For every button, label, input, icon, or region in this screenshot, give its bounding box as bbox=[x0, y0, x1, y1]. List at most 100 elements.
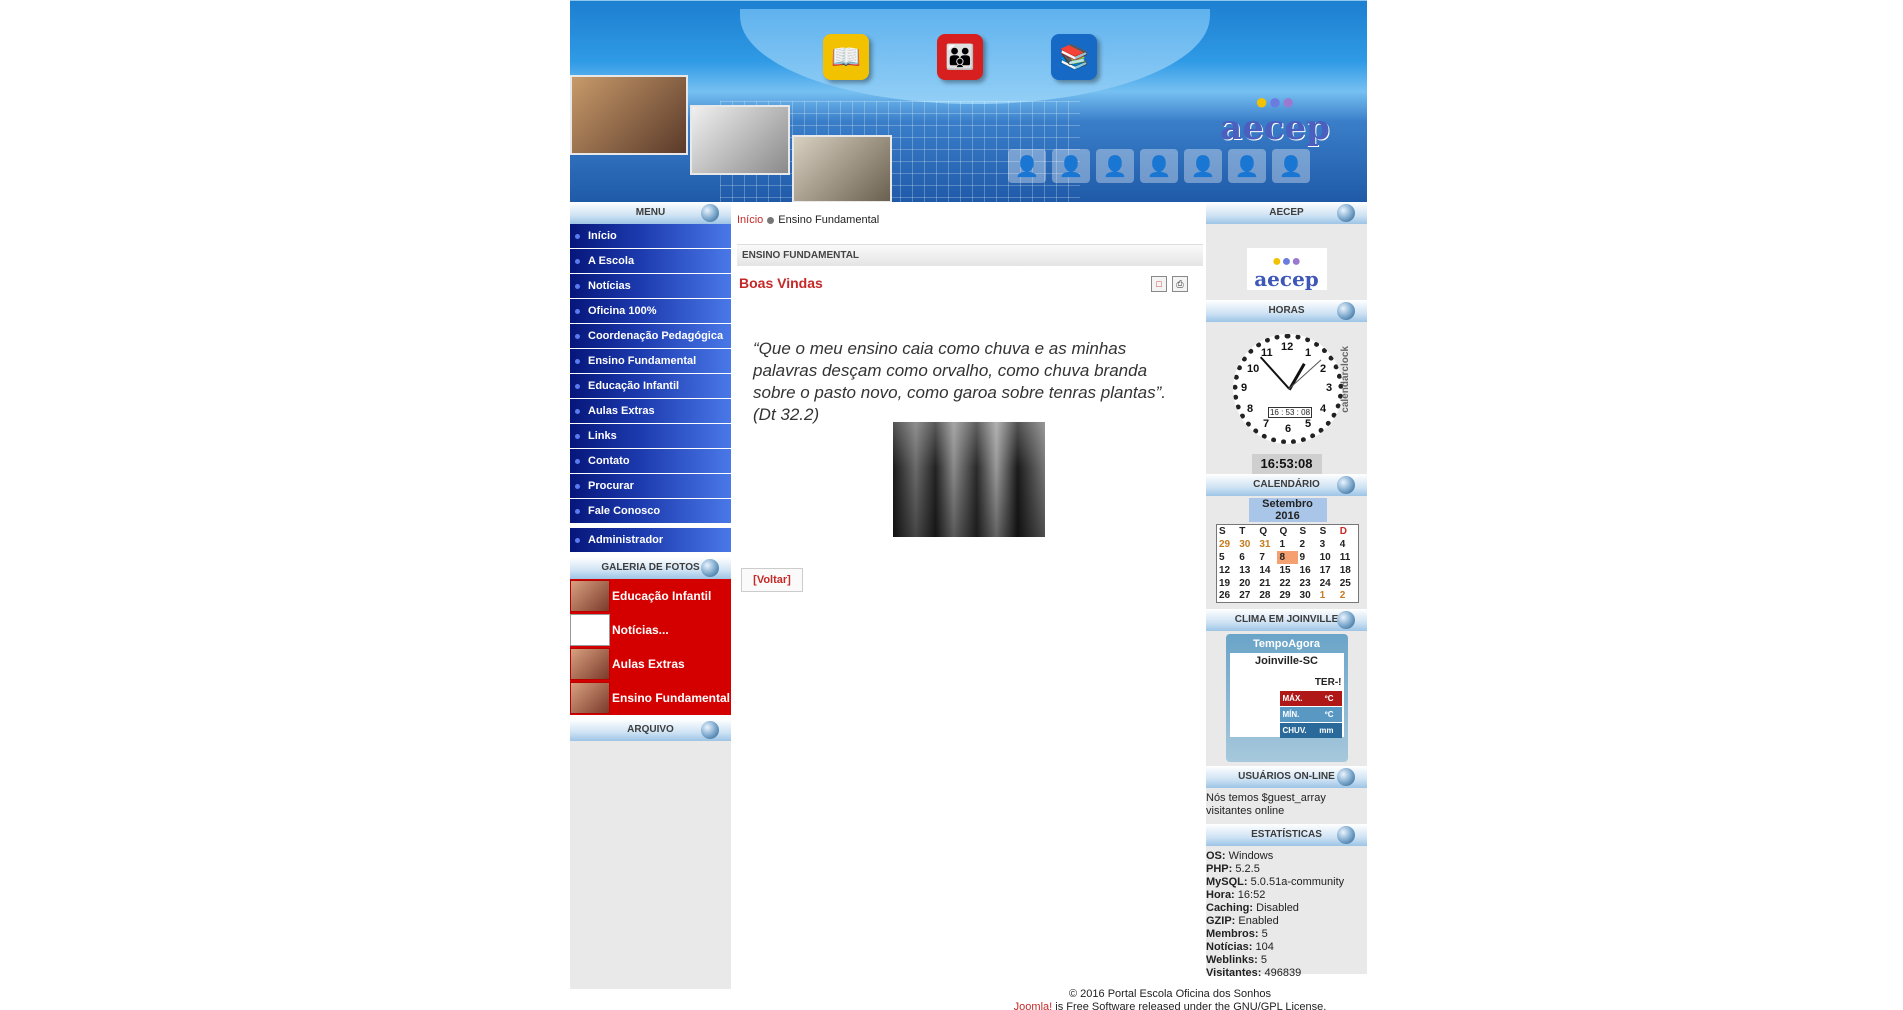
family-icon[interactable]: 👪 bbox=[937, 34, 983, 80]
calendar-day[interactable]: 29 bbox=[1277, 590, 1297, 603]
book-icon[interactable]: 📖 bbox=[823, 34, 869, 80]
back-button[interactable]: [Voltar] bbox=[741, 568, 803, 592]
stat-label: MySQL: bbox=[1206, 876, 1248, 888]
joomla-link[interactable]: Joomla! bbox=[1014, 1001, 1053, 1010]
print-icon[interactable]: ⎙ bbox=[1172, 276, 1188, 292]
calendar-day[interactable]: 21 bbox=[1257, 577, 1277, 590]
menu-item-links[interactable]: Links bbox=[570, 424, 731, 449]
calendar-day[interactable]: 31 bbox=[1257, 538, 1277, 551]
calendar-day[interactable]: 5 bbox=[1217, 551, 1238, 564]
calendar-day[interactable]: 26 bbox=[1217, 590, 1238, 603]
menu-item-coordenacao[interactable]: Coordenação Pedagógica bbox=[570, 324, 731, 349]
archive-heading-label: ARQUIVO bbox=[627, 724, 674, 735]
calendar-day[interactable]: 20 bbox=[1237, 577, 1257, 590]
menu-item-a-escola[interactable]: A Escola bbox=[570, 249, 731, 274]
left-sidebar: MENU Início A Escola Notícias Oficina 10… bbox=[570, 202, 731, 989]
calendar-day[interactable]: 16 bbox=[1298, 564, 1318, 577]
menu-item-ensino-fundamental[interactable]: Ensino Fundamental bbox=[570, 349, 731, 374]
menu-item-administrador[interactable]: Administrador bbox=[570, 528, 731, 553]
clock-number: 9 bbox=[1241, 382, 1248, 394]
calendar-day[interactable]: 12 bbox=[1217, 564, 1238, 577]
calendar-day[interactable]: 9 bbox=[1298, 551, 1318, 564]
calendar-day[interactable]: 28 bbox=[1257, 590, 1277, 603]
calendar-day[interactable]: 11 bbox=[1338, 551, 1359, 564]
calendar-day[interactable]: 30 bbox=[1298, 590, 1318, 603]
calendar-day-today[interactable]: 8 bbox=[1277, 550, 1298, 564]
books-stack-icon[interactable]: 📚 bbox=[1051, 34, 1097, 80]
menu-item-contato[interactable]: Contato bbox=[570, 449, 731, 474]
menu-item-fale-conosco[interactable]: Fale Conosco bbox=[570, 499, 731, 524]
calendar-day[interactable]: 13 bbox=[1237, 564, 1257, 577]
article-quote: “Que o meu ensino caia como chuva e as m… bbox=[753, 339, 1166, 424]
clock-number: 5 bbox=[1305, 418, 1312, 430]
globe-icon bbox=[1337, 611, 1355, 629]
menu-item-procurar[interactable]: Procurar bbox=[570, 474, 731, 499]
menu-item-educacao-infantil[interactable]: Educação Infantil bbox=[570, 374, 731, 399]
calendar-day[interactable]: 29 bbox=[1217, 538, 1238, 551]
calendar-weekday: S bbox=[1219, 525, 1226, 537]
person-icon: 👤 bbox=[1184, 149, 1222, 183]
calendar-day[interactable]: 23 bbox=[1298, 577, 1318, 590]
footer-copyright: © 2016 Portal Escola Oficina dos Sonhos bbox=[1069, 988, 1271, 1000]
menu-item-aulas-extras[interactable]: Aulas Extras bbox=[570, 399, 731, 424]
calendar-week-row: 19 20 21 22 23 24 25 bbox=[1217, 577, 1359, 590]
aecep-header-logo[interactable]: ●●● aecep bbox=[1210, 91, 1340, 146]
calendar-day[interactable]: 30 bbox=[1237, 538, 1257, 551]
weather-widget[interactable]: TempoAgora Joinville-SC TER-! MÁX. ºC MÍN… bbox=[1225, 634, 1348, 762]
main-content: Início Ensino Fundamental ENSINO FUNDAMEN… bbox=[731, 202, 1206, 989]
gallery-item-aulas-extras[interactable]: Aulas Extras bbox=[570, 647, 731, 681]
aecep-logo[interactable]: ●●● aecep bbox=[1246, 248, 1327, 290]
calendar-month: Setembro 2016 bbox=[1248, 498, 1327, 522]
site-footer: © 2016 Portal Escola Oficina dos Sonhos … bbox=[940, 988, 1400, 1010]
globe-icon bbox=[1337, 476, 1355, 494]
calendar-day[interactable]: 27 bbox=[1237, 590, 1257, 603]
calendar-day[interactable]: 3 bbox=[1318, 538, 1338, 551]
calendar-day[interactable]: 24 bbox=[1318, 577, 1338, 590]
calendar-day[interactable]: 1 bbox=[1318, 590, 1338, 603]
aecep-heading-label: AECEP bbox=[1269, 207, 1304, 218]
calendar-day[interactable]: 2 bbox=[1298, 538, 1318, 551]
gallery-item-noticias[interactable]: Notícias... bbox=[570, 613, 731, 647]
globe-icon bbox=[1337, 204, 1355, 222]
calendar-day[interactable]: 17 bbox=[1318, 564, 1338, 577]
gallery-thumbnail bbox=[570, 648, 610, 680]
weather-rain-row: CHUV. mm bbox=[1279, 723, 1342, 738]
calendar-day[interactable]: 1 bbox=[1277, 538, 1297, 551]
gallery-item-ensino-fundamental[interactable]: Ensino Fundamental bbox=[570, 681, 731, 715]
stat-row: Hora: 16:52 bbox=[1206, 889, 1367, 902]
gallery-item-educacao-infantil[interactable]: Educação Infantil bbox=[570, 579, 731, 613]
weather-min-label: MÍN. bbox=[1282, 710, 1300, 719]
stat-label: Caching: bbox=[1206, 902, 1254, 914]
calendar-day[interactable]: 22 bbox=[1277, 577, 1297, 590]
menu-item-noticias[interactable]: Notícias bbox=[570, 274, 731, 299]
clock-number: 1 bbox=[1305, 347, 1312, 359]
calendar-day[interactable]: 15 bbox=[1277, 564, 1297, 577]
stat-label: OS: bbox=[1206, 850, 1226, 862]
weather-city: Joinville-SC bbox=[1255, 655, 1318, 667]
pdf-icon[interactable]: □ bbox=[1151, 276, 1167, 292]
calendar-day[interactable]: 2 bbox=[1338, 590, 1359, 603]
calendar-day[interactable]: 10 bbox=[1318, 551, 1338, 564]
stat-row: Membros: 5 bbox=[1206, 928, 1367, 941]
breadcrumb-home-link[interactable]: Início bbox=[737, 214, 763, 226]
clock-minute-hand bbox=[1259, 356, 1290, 389]
calendar-day[interactable]: 6 bbox=[1237, 551, 1257, 564]
calendar-day[interactable]: 7 bbox=[1257, 551, 1277, 564]
globe-icon bbox=[701, 721, 719, 739]
menu-item-oficina[interactable]: Oficina 100% bbox=[570, 299, 731, 324]
person-icon: 👤 bbox=[1096, 149, 1134, 183]
stat-value: Disabled bbox=[1256, 902, 1299, 914]
calendar-day[interactable]: 14 bbox=[1257, 564, 1277, 577]
calendar-day[interactable]: 19 bbox=[1217, 577, 1238, 590]
menu-item-inicio[interactable]: Início bbox=[570, 224, 731, 249]
calendar-day[interactable]: 4 bbox=[1338, 538, 1359, 551]
calendar-day[interactable]: 18 bbox=[1338, 564, 1359, 577]
gallery-item-label: Ensino Fundamental bbox=[612, 691, 731, 705]
stat-value: Enabled bbox=[1238, 915, 1279, 927]
weather-rain-label: CHUV. bbox=[1282, 726, 1307, 735]
main-menu: Início A Escola Notícias Oficina 100% Co… bbox=[570, 224, 731, 524]
calendar-day[interactable]: 25 bbox=[1338, 577, 1359, 590]
stat-label: Notícias: bbox=[1206, 941, 1253, 953]
clock-number: 10 bbox=[1247, 363, 1260, 375]
weather-min-value: ºC bbox=[1324, 710, 1334, 719]
